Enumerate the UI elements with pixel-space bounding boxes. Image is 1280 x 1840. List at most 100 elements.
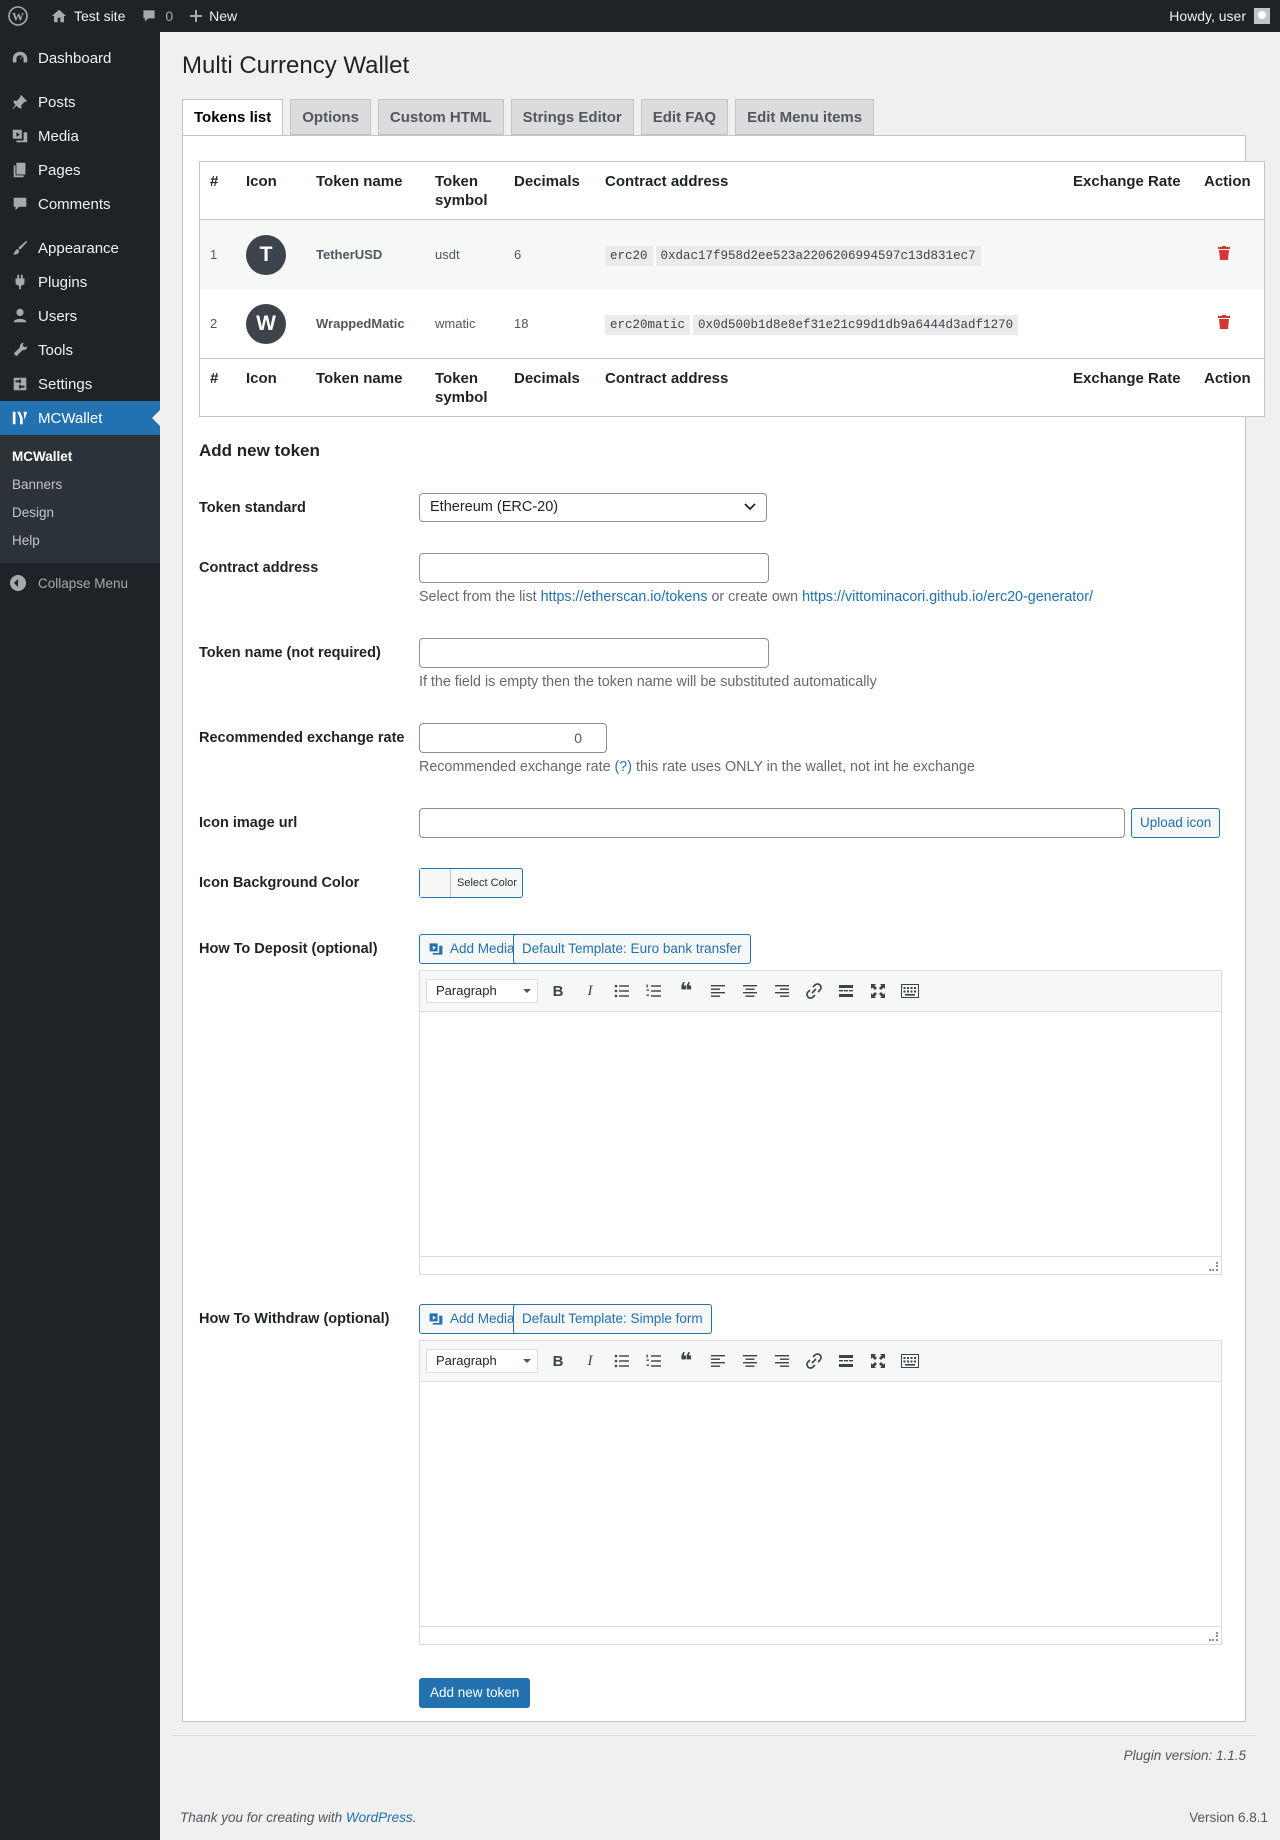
token-symbol: wmatic bbox=[435, 316, 476, 331]
col-token-name: Token name bbox=[306, 161, 425, 220]
upload-icon-button[interactable]: Upload icon bbox=[1131, 808, 1221, 838]
read-more-icon[interactable] bbox=[830, 1345, 862, 1377]
admin-bar: W Test site 0 New Howdy, user bbox=[0, 0, 1280, 32]
rate-help-link[interactable]: (?) bbox=[615, 759, 632, 775]
select-color-button[interactable]: Select Color bbox=[419, 868, 523, 898]
align-center-icon[interactable] bbox=[734, 975, 766, 1007]
tab-strings-editor[interactable]: Strings Editor bbox=[510, 99, 634, 135]
editor-resize-handle[interactable] bbox=[420, 1256, 1221, 1274]
tab-edit-faq[interactable]: Edit FAQ bbox=[640, 99, 729, 135]
fullscreen-icon[interactable] bbox=[862, 975, 894, 1007]
submenu-design[interactable]: Design bbox=[0, 499, 160, 527]
menu-comments[interactable]: Comments bbox=[0, 187, 160, 221]
token-decimals: 6 bbox=[514, 247, 522, 262]
tab-edit-menu-items[interactable]: Edit Menu items bbox=[735, 99, 875, 135]
tab-options[interactable]: Options bbox=[290, 99, 371, 135]
media-icon bbox=[10, 126, 30, 146]
form-heading: Add new token bbox=[199, 441, 320, 460]
menu-label: Settings bbox=[38, 375, 93, 393]
mcwallet-submenu: MCWallet Banners Design Help bbox=[0, 435, 160, 563]
menu-media[interactable]: Media bbox=[0, 119, 160, 153]
tab-custom-html[interactable]: Custom HTML bbox=[377, 99, 504, 135]
submenu-help[interactable]: Help bbox=[0, 527, 160, 555]
row-number: 1 bbox=[210, 247, 218, 262]
blockquote-icon[interactable]: ❝ bbox=[670, 1345, 702, 1377]
comments-link[interactable]: 0 bbox=[133, 0, 181, 32]
paragraph-select[interactable]: Paragraph bbox=[426, 979, 538, 1003]
contract-address-input[interactable] bbox=[419, 553, 769, 583]
icon-url-input[interactable] bbox=[419, 808, 1125, 838]
token-standard-select[interactable]: Ethereum (ERC-20) bbox=[419, 493, 767, 522]
toolbar-toggle-icon[interactable] bbox=[894, 1345, 926, 1377]
new-content-link[interactable]: New bbox=[181, 0, 245, 32]
delete-icon[interactable] bbox=[1218, 246, 1230, 260]
paragraph-select[interactable]: Paragraph bbox=[426, 1349, 538, 1373]
token-name: TetherUSD bbox=[316, 247, 383, 262]
svg-text:W: W bbox=[12, 10, 24, 24]
tab-tokens-list[interactable]: Tokens list bbox=[182, 99, 284, 136]
bullet-list-icon[interactable] bbox=[606, 1345, 638, 1377]
blockquote-icon[interactable]: ❝ bbox=[670, 975, 702, 1007]
menu-tools[interactable]: Tools bbox=[0, 333, 160, 367]
align-left-icon[interactable] bbox=[702, 975, 734, 1007]
wordpress-logo-icon[interactable]: W bbox=[0, 0, 42, 32]
etherscan-link[interactable]: https://etherscan.io/tokens bbox=[541, 589, 708, 605]
withdraw-template-button[interactable]: Default Template: Simple form bbox=[513, 1304, 712, 1334]
read-more-icon[interactable] bbox=[830, 975, 862, 1007]
align-right-icon[interactable] bbox=[766, 1345, 798, 1377]
menu-plugins[interactable]: Plugins bbox=[0, 265, 160, 299]
delete-icon[interactable] bbox=[1218, 315, 1230, 329]
menu-settings[interactable]: Settings bbox=[0, 367, 160, 401]
menu-mcwallet[interactable]: MCWallet bbox=[0, 401, 160, 435]
row-number: 2 bbox=[210, 316, 218, 331]
table-row: 1 T TetherUSD usdt 6 erc20 0xdac17f958d2e… bbox=[199, 219, 1265, 289]
align-right-icon[interactable] bbox=[766, 975, 798, 1007]
contract-address: 0xdac17f958d2ee523a2206206994597c13d831e… bbox=[655, 245, 981, 266]
add-new-token-button[interactable]: Add new token bbox=[419, 1678, 531, 1708]
bullet-list-icon[interactable] bbox=[606, 975, 638, 1007]
italic-icon[interactable]: I bbox=[574, 975, 606, 1007]
menu-pages[interactable]: Pages bbox=[0, 153, 160, 187]
menu-label: Media bbox=[38, 127, 79, 145]
numbered-list-icon[interactable] bbox=[638, 975, 670, 1007]
exchange-rate-desc: Recommended exchange rate (?) this rate … bbox=[419, 759, 975, 775]
site-name: Test site bbox=[74, 8, 126, 24]
toolbar-toggle-icon[interactable] bbox=[894, 975, 926, 1007]
withdraw-add-media-button[interactable]: Add Media bbox=[419, 1304, 524, 1334]
withdraw-editor-area[interactable] bbox=[420, 1382, 1221, 1626]
howdy-text: Howdy, user bbox=[1169, 8, 1246, 24]
italic-icon[interactable]: I bbox=[574, 1345, 606, 1377]
editor-resize-handle[interactable] bbox=[420, 1626, 1221, 1644]
submenu-mcwallet[interactable]: MCWallet bbox=[0, 443, 160, 471]
numbered-list-icon[interactable] bbox=[638, 1345, 670, 1377]
chevron-down-icon bbox=[744, 503, 756, 511]
menu-posts[interactable]: Posts bbox=[0, 85, 160, 119]
token-name-input[interactable] bbox=[419, 638, 769, 668]
account-menu[interactable]: Howdy, user bbox=[1161, 0, 1280, 32]
align-center-icon[interactable] bbox=[734, 1345, 766, 1377]
submenu-banners[interactable]: Banners bbox=[0, 471, 160, 499]
settings-icon bbox=[10, 374, 30, 394]
avatar bbox=[1254, 8, 1270, 24]
exchange-rate-input[interactable]: 0 bbox=[419, 723, 607, 753]
token-standard: erc20 bbox=[605, 245, 653, 266]
wordpress-link[interactable]: WordPress bbox=[346, 1810, 413, 1825]
menu-users[interactable]: Users bbox=[0, 299, 160, 333]
editor-toolbar: Paragraph B I ❝ bbox=[420, 971, 1221, 1012]
menu-appearance[interactable]: Appearance bbox=[0, 231, 160, 265]
bold-icon[interactable]: B bbox=[542, 1345, 574, 1377]
link-icon[interactable] bbox=[798, 975, 830, 1007]
bold-icon[interactable]: B bbox=[542, 975, 574, 1007]
link-icon[interactable] bbox=[798, 1345, 830, 1377]
erc20-generator-link[interactable]: https://vittominacori.github.io/erc20-ge… bbox=[802, 589, 1093, 605]
deposit-editor-area[interactable] bbox=[420, 1012, 1221, 1256]
fullscreen-icon[interactable] bbox=[862, 1345, 894, 1377]
menu-dashboard[interactable]: Dashboard bbox=[0, 41, 160, 75]
tokens-panel: # Icon Token name Token symbol Decimals C… bbox=[182, 135, 1265, 1722]
admin-sidebar: Dashboard Posts Media Pages Comments App… bbox=[0, 32, 160, 1840]
collapse-menu-button[interactable]: Collapse Menu bbox=[0, 563, 160, 603]
deposit-add-media-button[interactable]: Add Media bbox=[419, 934, 524, 964]
deposit-template-button[interactable]: Default Template: Euro bank transfer bbox=[513, 934, 751, 964]
site-name-link[interactable]: Test site bbox=[42, 0, 133, 32]
align-left-icon[interactable] bbox=[702, 1345, 734, 1377]
